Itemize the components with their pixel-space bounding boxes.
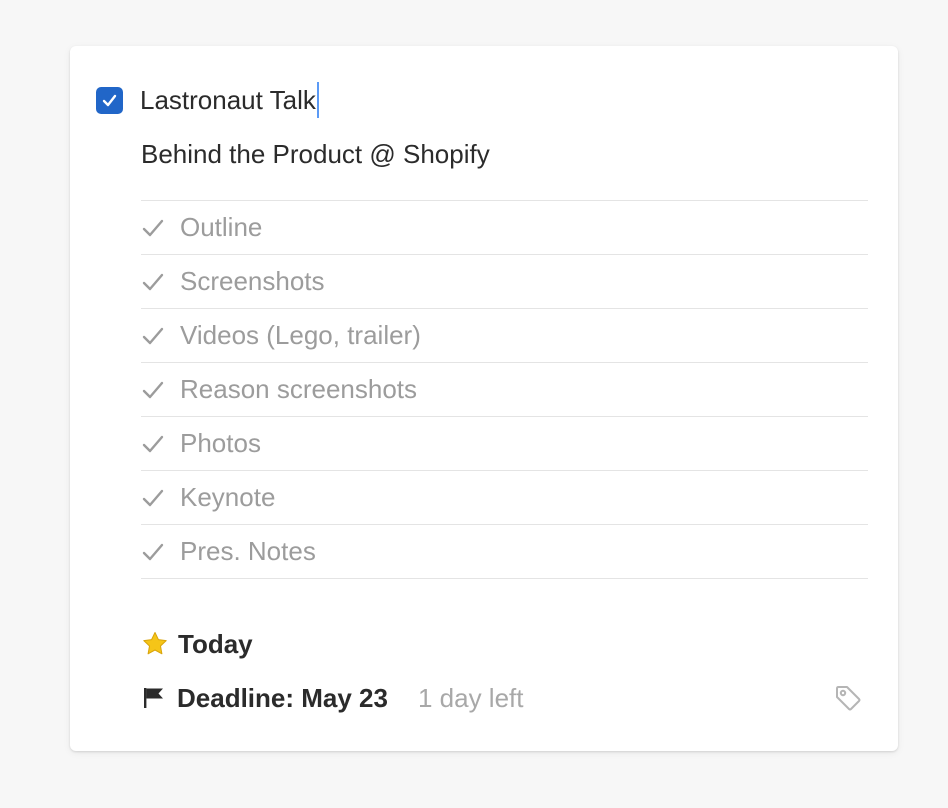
deadline-button[interactable]: Deadline: May 23 [177,683,388,714]
checklist-item-label: Reason screenshots [180,374,418,404]
checklist-item[interactable]: Videos (Lego, trailer) [141,309,868,363]
checklist-item-label: Videos (Lego, trailer) [180,320,421,350]
tag-button[interactable] [832,682,864,714]
checklist-item[interactable]: Screenshots [141,255,868,309]
checklist-item-label: Pres. Notes [180,536,316,566]
todo-title: Lastronaut Talk [140,85,316,115]
checklist-item[interactable]: Pres. Notes [141,525,868,579]
check-icon[interactable] [141,540,165,564]
when-button[interactable]: Today [141,626,253,662]
checklist-item[interactable]: Keynote [141,471,868,525]
checkmark-icon [102,94,117,106]
completion-checkbox[interactable] [96,86,123,114]
flag-icon [144,688,163,708]
check-icon[interactable] [141,270,165,294]
checklist-item-label: Outline [180,212,263,242]
checklist: Outline Screenshots Videos (Lego, traile… [141,200,868,579]
star-icon [143,632,167,655]
check-icon[interactable] [141,486,165,510]
notes-field[interactable]: Behind the Product @ Shopify [141,136,490,172]
checklist-item[interactable]: Reason screenshots [141,363,868,417]
checklist-item[interactable]: Photos [141,417,868,471]
text-caret [316,82,319,118]
title-field[interactable]: Lastronaut Talk [140,82,319,118]
tag-icon [836,686,861,711]
checklist-item-label: Screenshots [180,266,325,296]
check-icon[interactable] [141,216,165,240]
checklist-item[interactable]: Outline [141,201,868,255]
checklist-item-label: Keynote [180,482,276,512]
days-left-label: 1 day left [417,682,524,713]
checklist-item-label: Photos [180,428,261,458]
check-icon[interactable] [141,432,165,456]
when-label: Today [178,628,253,659]
deadline-row: Deadline: May 23 1 day left [141,680,524,716]
check-icon[interactable] [141,324,165,348]
title-row: Lastronaut Talk [96,82,319,118]
check-icon[interactable] [141,378,165,402]
todo-card: Lastronaut Talk Behind the Product @ Sho… [70,46,898,751]
